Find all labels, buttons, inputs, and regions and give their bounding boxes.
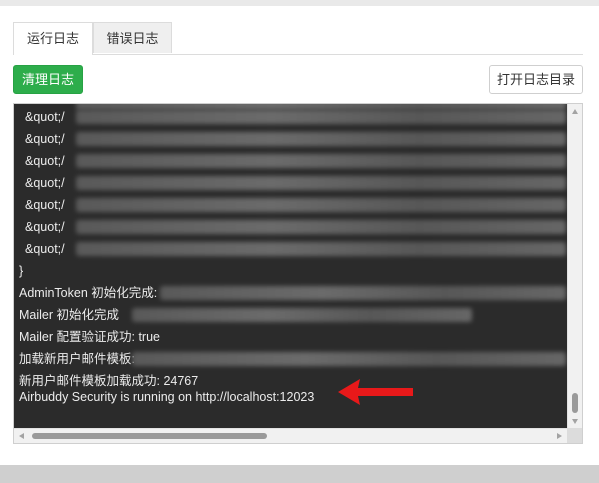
scroll-right-arrow-icon[interactable] xyxy=(557,433,562,439)
log-line-mailer-init: Mailer 初始化完成 xyxy=(19,308,120,322)
redacted-text xyxy=(160,286,566,300)
log-viewer[interactable]: &quot;/ &quot;/ &quot;/ &quot;/ &quot;/ … xyxy=(13,103,583,444)
scroll-left-arrow-icon[interactable] xyxy=(19,433,24,439)
redacted-text xyxy=(76,242,566,256)
log-line-quot: &quot;/ xyxy=(25,110,65,124)
log-line-running: Airbuddy Security is running on http://l… xyxy=(19,390,315,404)
redacted-text xyxy=(76,176,566,190)
bottom-background xyxy=(0,465,599,483)
log-line-quot: &quot;/ xyxy=(25,132,65,146)
redacted-text xyxy=(76,110,566,124)
log-line-template-loading: 加载新用户邮件模板: xyxy=(19,352,135,366)
log-line-quot: &quot;/ xyxy=(25,176,65,190)
scroll-down-arrow-icon[interactable] xyxy=(572,419,578,424)
redacted-text xyxy=(132,352,566,366)
tab-bar: 运行日志 错误日志 xyxy=(13,22,583,55)
top-strip xyxy=(0,0,599,6)
tab-error-log[interactable]: 错误日志 xyxy=(93,22,172,53)
red-pointer-arrow-icon xyxy=(338,379,413,405)
redacted-text xyxy=(76,220,566,234)
log-line-brace: } xyxy=(19,264,24,278)
tab-run-log[interactable]: 运行日志 xyxy=(13,22,93,55)
log-line-mailer-verify: Mailer 配置验证成功: true xyxy=(19,330,160,344)
horizontal-scrollbar[interactable] xyxy=(14,428,567,443)
redacted-text xyxy=(76,198,566,212)
vertical-scrollbar[interactable] xyxy=(567,104,582,429)
redacted-text xyxy=(76,154,566,168)
log-output[interactable]: &quot;/ &quot;/ &quot;/ &quot;/ &quot;/ … xyxy=(14,104,567,429)
log-line-quot: &quot;/ xyxy=(25,242,65,256)
scrollbar-corner xyxy=(567,428,582,443)
log-line-quot: &quot;/ xyxy=(25,198,65,212)
horizontal-scroll-thumb[interactable] xyxy=(32,433,267,439)
log-panel: 运行日志 错误日志 清理日志 打开日志目录 &quot;/ &quot;/ &q… xyxy=(0,0,599,465)
open-log-dir-button[interactable]: 打开日志目录 xyxy=(489,65,583,94)
log-line-quot: &quot;/ xyxy=(25,154,65,168)
clear-log-button[interactable]: 清理日志 xyxy=(13,65,83,94)
scroll-up-arrow-icon[interactable] xyxy=(572,109,578,114)
log-line-admintoken: AdminToken 初始化完成: xyxy=(19,286,158,300)
redacted-text xyxy=(76,132,566,146)
redacted-text xyxy=(132,308,472,322)
vertical-scroll-thumb[interactable] xyxy=(572,393,578,413)
log-line-quot: &quot;/ xyxy=(25,220,65,234)
